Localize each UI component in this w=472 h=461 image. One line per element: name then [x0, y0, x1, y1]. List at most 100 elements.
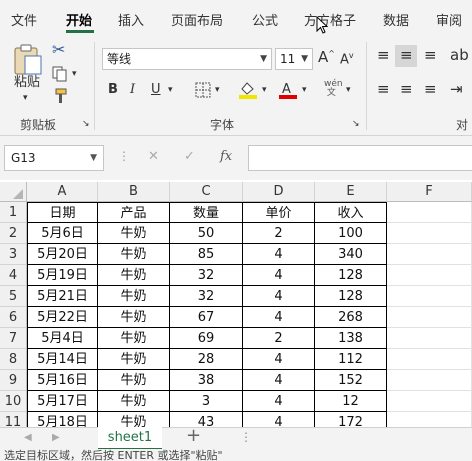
spreadsheet-grid[interactable]: ABCDEF 1 日期 产品 数量 单价 收入 2 5月6日 牛奶 50 2 100 3 5月20日 牛奶 8…	[0, 182, 472, 427]
table-cell[interactable]: 5月22日	[27, 307, 98, 328]
copy-icon[interactable]	[52, 66, 68, 82]
table-cell[interactable]: 138	[315, 328, 387, 349]
font-launcher-icon[interactable]: ↘	[352, 120, 360, 129]
table-cell[interactable]: 50	[170, 223, 243, 244]
row-header[interactable]: 1	[0, 202, 27, 223]
table-cell[interactable]: 2	[243, 328, 315, 349]
table-cell[interactable]: 4	[243, 244, 315, 265]
row-header[interactable]: 9	[0, 370, 27, 391]
table-cell[interactable]: 5月14日	[27, 349, 98, 370]
indent-icon[interactable]: ⇥	[450, 82, 463, 97]
paste-icon[interactable]	[12, 42, 44, 76]
bold-button[interactable]: B	[108, 83, 118, 96]
row-header[interactable]: 7	[0, 328, 27, 349]
bottom-align-icon[interactable]: ≡	[424, 48, 437, 63]
table-cell[interactable]: 4	[243, 286, 315, 307]
empty-cell[interactable]	[387, 412, 472, 427]
borders-dropdown-icon[interactable]: ▾	[215, 86, 220, 95]
table-cell[interactable]: 牛奶	[98, 265, 170, 286]
row-header[interactable]: 2	[0, 223, 27, 244]
column-header-f[interactable]: F	[387, 182, 472, 202]
table-cell[interactable]: 5月19日	[27, 265, 98, 286]
table-cell[interactable]: 43	[170, 412, 243, 427]
tab-insert[interactable]: 插入	[118, 10, 144, 29]
paste-dropdown-icon[interactable]: ▾	[23, 94, 28, 103]
table-header-cell[interactable]: 产品	[98, 202, 170, 223]
table-cell[interactable]: 4	[243, 265, 315, 286]
phonetic-dropdown-icon[interactable]: ▾	[346, 86, 351, 95]
row-header[interactable]: 3	[0, 244, 27, 265]
italic-button[interactable]: I	[130, 83, 135, 96]
table-cell[interactable]: 32	[170, 286, 243, 307]
format-painter-icon[interactable]	[52, 88, 68, 104]
add-sheet-button[interactable]: +	[186, 427, 201, 445]
table-cell[interactable]: 85	[170, 244, 243, 265]
empty-cell[interactable]	[387, 370, 472, 391]
table-header-cell[interactable]: 收入	[315, 202, 387, 223]
table-cell[interactable]: 340	[315, 244, 387, 265]
table-cell[interactable]: 5月21日	[27, 286, 98, 307]
row-header[interactable]: 5	[0, 286, 27, 307]
table-cell[interactable]: 牛奶	[98, 370, 170, 391]
table-cell[interactable]: 牛奶	[98, 244, 170, 265]
table-cell[interactable]: 4	[243, 412, 315, 427]
table-header-cell[interactable]: 日期	[27, 202, 98, 223]
empty-cell[interactable]	[387, 223, 472, 244]
table-cell[interactable]: 4	[243, 349, 315, 370]
table-cell[interactable]: 5月17日	[27, 391, 98, 412]
font-color-icon[interactable]: A	[278, 80, 298, 100]
empty-cell[interactable]	[387, 244, 472, 265]
table-cell[interactable]: 69	[170, 328, 243, 349]
tab-formulas[interactable]: 公式	[252, 10, 278, 29]
empty-cell[interactable]	[387, 265, 472, 286]
table-cell[interactable]: 100	[315, 223, 387, 244]
table-cell[interactable]: 172	[315, 412, 387, 427]
paste-label[interactable]: 粘贴	[14, 76, 40, 89]
tab-file[interactable]: 文件	[11, 10, 37, 29]
tab-home[interactable]: 开始	[66, 10, 92, 29]
middle-align-icon[interactable]: ≡	[400, 48, 413, 63]
table-cell[interactable]: 5月6日	[27, 223, 98, 244]
row-header[interactable]: 4	[0, 265, 27, 286]
table-cell[interactable]: 128	[315, 286, 387, 307]
name-box[interactable]: G13 ▼	[4, 145, 104, 171]
tab-fangfang[interactable]: 方方格子	[304, 10, 356, 29]
column-header-a[interactable]: A	[27, 182, 98, 202]
scroll-left-icon[interactable]: ◀	[24, 433, 32, 443]
row-header[interactable]: 10	[0, 391, 27, 412]
underline-button[interactable]: U	[151, 83, 161, 96]
increase-font-icon[interactable]: A^	[318, 50, 335, 65]
fill-color-icon[interactable]	[238, 80, 258, 100]
column-header-e[interactable]: E	[315, 182, 387, 202]
table-cell[interactable]: 28	[170, 349, 243, 370]
table-header-cell[interactable]: 数量	[170, 202, 243, 223]
borders-icon[interactable]	[195, 82, 211, 98]
tab-page-layout[interactable]: 页面布局	[171, 10, 223, 29]
table-cell[interactable]: 牛奶	[98, 391, 170, 412]
table-cell[interactable]: 4	[243, 307, 315, 328]
cancel-icon[interactable]: ✕	[148, 150, 159, 163]
enter-icon[interactable]: ✓	[184, 150, 195, 163]
tab-review[interactable]: 审阅	[436, 10, 462, 29]
row-header[interactable]: 6	[0, 307, 27, 328]
table-cell[interactable]: 5月20日	[27, 244, 98, 265]
column-header-d[interactable]: D	[243, 182, 315, 202]
table-cell[interactable]: 2	[243, 223, 315, 244]
table-cell[interactable]: 4	[243, 370, 315, 391]
table-cell[interactable]: 5月4日	[27, 328, 98, 349]
column-header-c[interactable]: C	[170, 182, 243, 202]
align-center-icon[interactable]: ≡	[400, 82, 413, 97]
table-cell[interactable]: 4	[243, 391, 315, 412]
orientation-icon[interactable]: ab	[450, 48, 469, 63]
decrease-font-icon[interactable]: Av	[340, 52, 354, 67]
font-size-select[interactable]: 11 ▼	[275, 48, 313, 70]
fill-color-dropdown-icon[interactable]: ▾	[262, 86, 267, 95]
empty-cell[interactable]	[387, 349, 472, 370]
table-cell[interactable]: 32	[170, 265, 243, 286]
row-header[interactable]: 11	[0, 412, 27, 427]
table-cell[interactable]: 268	[315, 307, 387, 328]
table-cell[interactable]: 12	[315, 391, 387, 412]
table-cell[interactable]: 112	[315, 349, 387, 370]
table-cell[interactable]: 38	[170, 370, 243, 391]
select-all-corner[interactable]	[0, 182, 27, 202]
